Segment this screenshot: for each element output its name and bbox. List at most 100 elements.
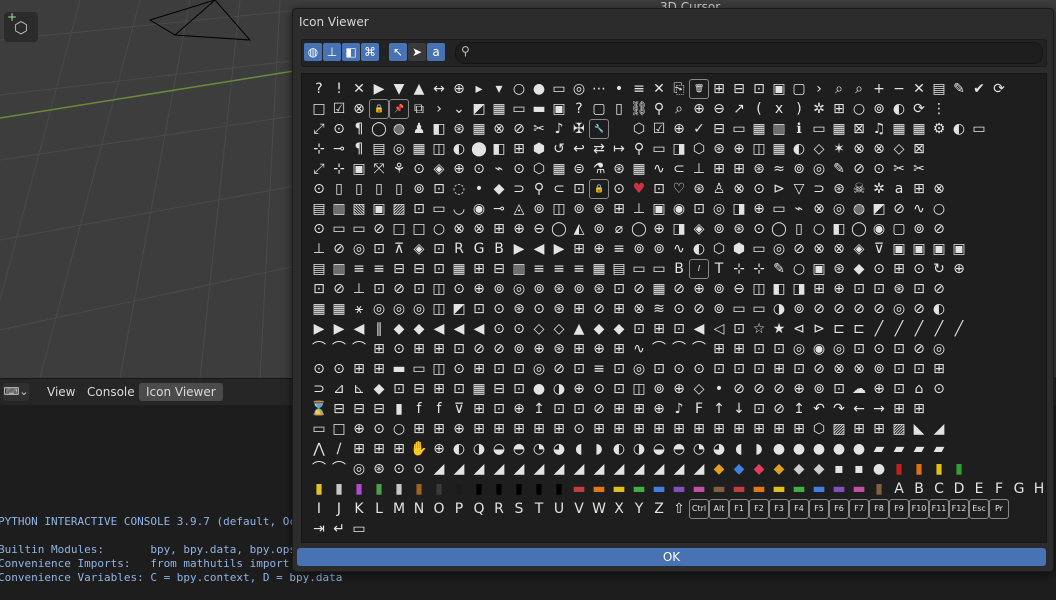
icon-cell[interactable]: ⊞ [909,399,929,419]
icon-cell[interactable]: ◢ [469,459,489,479]
icon-cell[interactable]: ⊘ [729,379,749,399]
icon-cell[interactable]: ⊙ [909,259,929,279]
icon-cell[interactable]: ◆ [809,459,829,479]
icon-cell[interactable]: Z [649,499,669,519]
icon-cell[interactable]: ▢ [889,219,909,239]
icon-cell[interactable]: ⊂ [669,159,689,179]
icon-cell[interactable]: ▦ [469,379,489,399]
icon-cell[interactable]: ◢ [609,459,629,479]
icon-cell[interactable]: ⊡ [489,399,509,419]
icon-cell[interactable]: ⊕ [449,159,469,179]
icon-cell[interactable]: ↩ [569,139,589,159]
menu-view[interactable]: View [40,383,82,401]
icon-cell[interactable]: ⚘ [389,159,409,179]
icon-cell[interactable]: ▬ [789,479,809,499]
icon-cell[interactable]: ▧ [349,199,369,219]
icon-cell[interactable]: ⊲ [789,319,809,339]
icon-cell[interactable]: ≡ [609,239,629,259]
icon-cell[interactable]: ! [329,79,349,99]
icon-cell[interactable]: ◆ [789,459,809,479]
icon-cell[interactable]: ⊃ [509,179,529,199]
icon-cell[interactable]: ⊡ [309,279,329,299]
icon-cell[interactable]: G [469,239,489,259]
icon-cell[interactable]: B [489,239,509,259]
icon-cell[interactable]: ⊕ [789,379,809,399]
icon-cell[interactable]: ⊟ [389,259,409,279]
icon-cell[interactable]: ⊽ [869,239,889,259]
icon-cell[interactable]: ⊡ [909,279,929,299]
icon-cell[interactable]: ◯ [629,219,649,239]
icon-cell[interactable]: ⊚ [489,279,509,299]
icon-cell[interactable]: ⊡ [649,359,669,379]
icon-cell[interactable]: ◯ [769,219,789,239]
icon-cell[interactable]: ▦ [409,139,429,159]
icon-cell[interactable]: ⊙ [449,359,469,379]
icon-cell[interactable]: ⊚ [709,219,729,239]
icon-cell[interactable]: ⌀ [609,219,629,239]
icon-cell[interactable]: ● [849,439,869,459]
icon-cell[interactable]: ▣ [349,159,369,179]
icon-cell[interactable]: ⊙ [489,299,509,319]
icon-cell[interactable]: ⊞ [569,239,589,259]
icon-cell[interactable]: ▮ [389,399,409,419]
icon-cell[interactable]: F4 [789,499,809,519]
icon-cell[interactable]: ⊘ [869,299,889,319]
icon-cell[interactable]: ◢ [449,459,469,479]
cursor-icon[interactable]: ↖ [389,43,407,61]
icon-cell[interactable]: ⊛ [549,339,569,359]
icon-cell[interactable]: ⊚ [529,199,549,219]
icon-cell[interactable]: ▬ [389,359,409,379]
icon-cell[interactable]: ⊛ [589,279,609,299]
icon-cell[interactable]: ▦ [469,119,489,139]
icon-cell[interactable]: ⊙ [369,419,389,439]
icon-cell[interactable]: ◀ [349,319,369,339]
icon-cell[interactable]: ✲ [809,99,829,119]
icon-cell[interactable]: N [409,499,429,519]
icon-cell[interactable]: ◢ [529,459,549,479]
icon-cell[interactable]: ▣ [889,239,909,259]
icon-cell[interactable]: ⊖ [529,219,549,239]
icon-cell[interactable]: ⊙ [529,299,549,319]
icon-cell[interactable]: ◆ [589,319,609,339]
icon-cell[interactable]: ⊕ [449,419,469,439]
icon-cell[interactable]: ✂ [529,119,549,139]
icon-cell[interactable]: ◑ [469,439,489,459]
icon-cell[interactable]: ▥ [329,259,349,279]
icon-cell[interactable]: ▯ [609,99,629,119]
icon-cell[interactable]: ♡ [669,179,689,199]
icon-cell[interactable]: ↵ [329,519,349,539]
icon-cell[interactable]: ▮ [549,479,569,499]
icon-cell[interactable]: ▨ [889,419,909,439]
icon-cell[interactable]: ▭ [409,359,429,379]
icon-cell[interactable]: ⌕ [829,79,849,99]
icon-cell[interactable]: ◉ [809,339,829,359]
icon-cell[interactable]: ⊡ [649,179,669,199]
icon-cell[interactable]: ✓ [689,119,709,139]
icon-cell[interactable]: ▪ [849,459,869,479]
icon-cell[interactable]: ⊡ [569,359,589,379]
icon-cell[interactable]: ⊹ [729,259,749,279]
icon-cell[interactable]: ◗ [589,439,609,459]
icon-cell[interactable]: ⊚ [709,299,729,319]
icon-cell[interactable]: ◔ [529,439,549,459]
icon-cell[interactable]: ⊙ [509,159,529,179]
icon-cell[interactable]: U [549,499,569,519]
icon-cell[interactable]: ◨ [729,199,749,219]
icon-cell[interactable]: ⊥ [689,159,709,179]
icon-cell[interactable]: ◇ [529,319,549,339]
icon-cell[interactable]: ⊡ [489,359,509,379]
icon-cell[interactable]: ⊞ [509,139,529,159]
icon-cell[interactable]: ▯ [349,179,369,199]
icon-cell[interactable]: ⊟ [709,119,729,139]
icon-cell[interactable]: B [909,479,929,499]
icon-cell[interactable]: ⊕ [949,259,969,279]
icon-cell[interactable]: ⊖ [729,279,749,299]
icon-cell[interactable]: ▣ [949,239,969,259]
icon-cell[interactable]: ▸ [469,79,489,99]
icon-cell[interactable]: ( [749,99,769,119]
icon-cell[interactable]: ⊥ [349,279,369,299]
icon-cell[interactable]: ✕ [349,79,369,99]
icon-cell[interactable]: ▦ [549,159,569,179]
icon-cell[interactable]: ⊚ [649,379,669,399]
icon-cell[interactable]: ⊙ [469,159,489,179]
